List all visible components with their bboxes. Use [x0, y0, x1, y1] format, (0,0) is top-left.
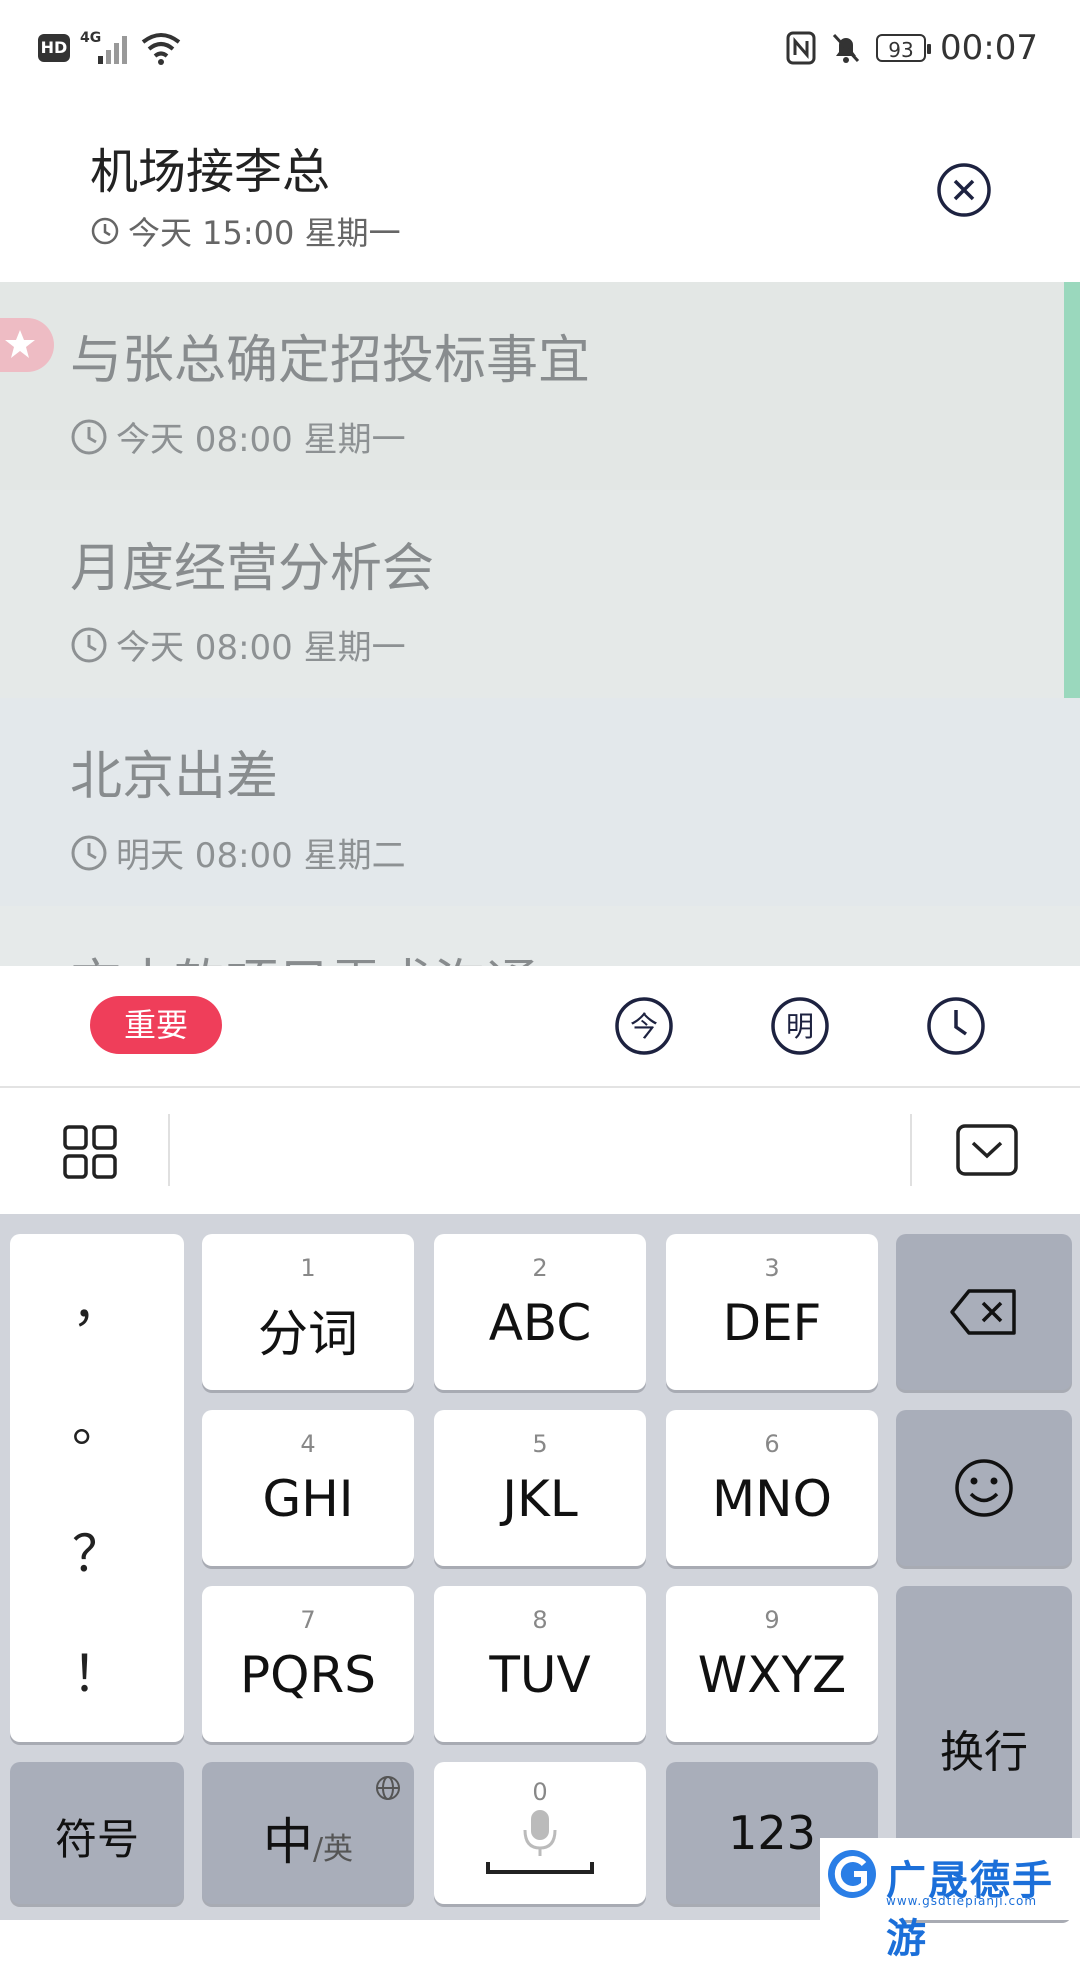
punct-period[interactable]: 。	[10, 1384, 184, 1456]
key-8[interactable]: 8 TUV	[434, 1586, 646, 1742]
key-label: MNO	[712, 1470, 832, 1528]
list-item-title: 交中软项目需求沟通	[70, 942, 538, 966]
tomorrow-label: 明	[786, 1010, 814, 1043]
backspace-icon	[950, 1289, 1016, 1335]
symbols-key[interactable]: 符号	[10, 1762, 184, 1904]
key-label: 分词	[258, 1305, 358, 1363]
key-label: PQRS	[240, 1646, 376, 1704]
hide-keyboard-icon[interactable]	[956, 1124, 1018, 1176]
key-4[interactable]: 4 GHI	[202, 1410, 414, 1566]
emoji-key[interactable]	[896, 1410, 1072, 1566]
divider	[168, 1114, 170, 1186]
lang-sub-label: /英	[312, 1832, 354, 1867]
key-6[interactable]: 6 MNO	[666, 1410, 878, 1566]
todo-list: 与张总确定招投标事宜 今天 08:00 星期一 月度经营分析会 今天 08:00…	[0, 282, 1080, 966]
key-label: JKL	[502, 1470, 578, 1528]
key-5[interactable]: 5 JKL	[434, 1410, 646, 1566]
clock-icon[interactable]	[926, 996, 986, 1056]
list-item-title: 月度经营分析会	[70, 539, 435, 599]
divider	[910, 1114, 912, 1186]
key-2[interactable]: 2 ABC	[434, 1234, 646, 1390]
key-label: GHI	[262, 1470, 354, 1528]
list-item-time-text: 明天 08:00 星期二	[116, 836, 406, 876]
close-icon[interactable]	[936, 162, 992, 218]
key-number: 7	[300, 1606, 316, 1634]
clock-icon	[71, 835, 107, 870]
star-icon	[0, 318, 54, 372]
emoji-icon	[955, 1459, 1013, 1517]
list-item[interactable]: 与张总确定招投标事宜 今天 08:00 星期一	[0, 282, 1080, 490]
punct-comma[interactable]: ，	[10, 1264, 184, 1336]
today-label: 今	[630, 1010, 658, 1043]
clock-icon	[71, 627, 107, 662]
key-label: ABC	[488, 1294, 592, 1352]
key-number: 2	[532, 1254, 548, 1282]
list-item-time: 今天 08:00 星期一	[70, 620, 406, 669]
key-1[interactable]: 1 分词	[202, 1234, 414, 1390]
signal-icon	[98, 36, 127, 64]
key-number: 0	[532, 1778, 548, 1806]
battery-icon: 93	[876, 34, 932, 62]
list-item-title: 北京出差	[70, 747, 279, 807]
clock-icon	[91, 217, 119, 245]
hd-icon: HD	[38, 34, 70, 62]
key-number: 8	[532, 1606, 548, 1634]
list-item-time: 明天 08:00 星期二	[70, 828, 406, 877]
event-time: 今天 15:00 星期一	[90, 208, 401, 254]
today-accent-bar	[1064, 282, 1080, 698]
keyboard-toolbar	[0, 1088, 1080, 1214]
watermark-logo-icon	[828, 1850, 876, 1898]
key-9[interactable]: 9 WXYZ	[666, 1586, 878, 1742]
event-time-text: 今天 15:00 星期一	[128, 214, 401, 252]
key-3[interactable]: 3 DEF	[666, 1234, 878, 1390]
globe-icon	[376, 1776, 400, 1800]
key-number: 5	[532, 1430, 548, 1458]
punct-question[interactable]: ？	[10, 1514, 184, 1586]
lang-main-label: 中	[262, 1813, 313, 1871]
status-time: 00:07	[940, 28, 1038, 68]
tomorrow-icon[interactable]: 明	[770, 996, 830, 1056]
newline-label: 换行	[940, 1727, 1028, 1778]
list-item[interactable]: 月度经营分析会 今天 08:00 星期一	[0, 490, 1080, 698]
list-item-time-text: 今天 08:00 星期一	[116, 420, 406, 460]
list-item-title: 与张总确定招投标事宜	[70, 331, 591, 391]
list-item[interactable]: 交中软项目需求沟通	[0, 906, 1080, 966]
bell-off-icon	[832, 33, 860, 63]
language-switch-key[interactable]: 中/英	[202, 1762, 414, 1904]
punctuation-column[interactable]: ， 。 ？ ！	[10, 1234, 184, 1742]
wifi-icon	[141, 33, 181, 65]
key-number: 3	[764, 1254, 780, 1282]
grid-menu-icon[interactable]	[62, 1124, 118, 1180]
key-label: DEF	[722, 1294, 822, 1352]
list-item-time-text: 今天 08:00 星期一	[116, 628, 406, 668]
key-label: TUV	[489, 1646, 591, 1704]
key-label: WXYZ	[697, 1646, 847, 1704]
today-icon[interactable]: 今	[614, 996, 674, 1056]
space-key[interactable]: 0	[434, 1762, 646, 1904]
status-right: 93 00:07	[786, 28, 1038, 68]
watermark-url: www.gsdtiepianji.com	[886, 1894, 1038, 1908]
list-item-time: 今天 08:00 星期一	[70, 412, 406, 461]
backspace-key[interactable]	[896, 1234, 1072, 1390]
key-number: 6	[764, 1430, 780, 1458]
nfc-icon	[786, 31, 816, 65]
clock-icon	[71, 419, 107, 454]
microphone-icon	[486, 1810, 594, 1874]
important-button[interactable]: 重要	[90, 996, 222, 1054]
symbols-label: 符号	[54, 1815, 139, 1864]
punct-exclaim[interactable]: ！	[10, 1634, 184, 1706]
key-number: 9	[764, 1606, 780, 1634]
list-item[interactable]: 北京出差 明天 08:00 星期二	[0, 698, 1080, 906]
key-7[interactable]: 7 PQRS	[202, 1586, 414, 1742]
key-number: 4	[300, 1430, 316, 1458]
key-number: 1	[300, 1254, 316, 1282]
event-title-input[interactable]: 机场接李总	[90, 132, 330, 202]
